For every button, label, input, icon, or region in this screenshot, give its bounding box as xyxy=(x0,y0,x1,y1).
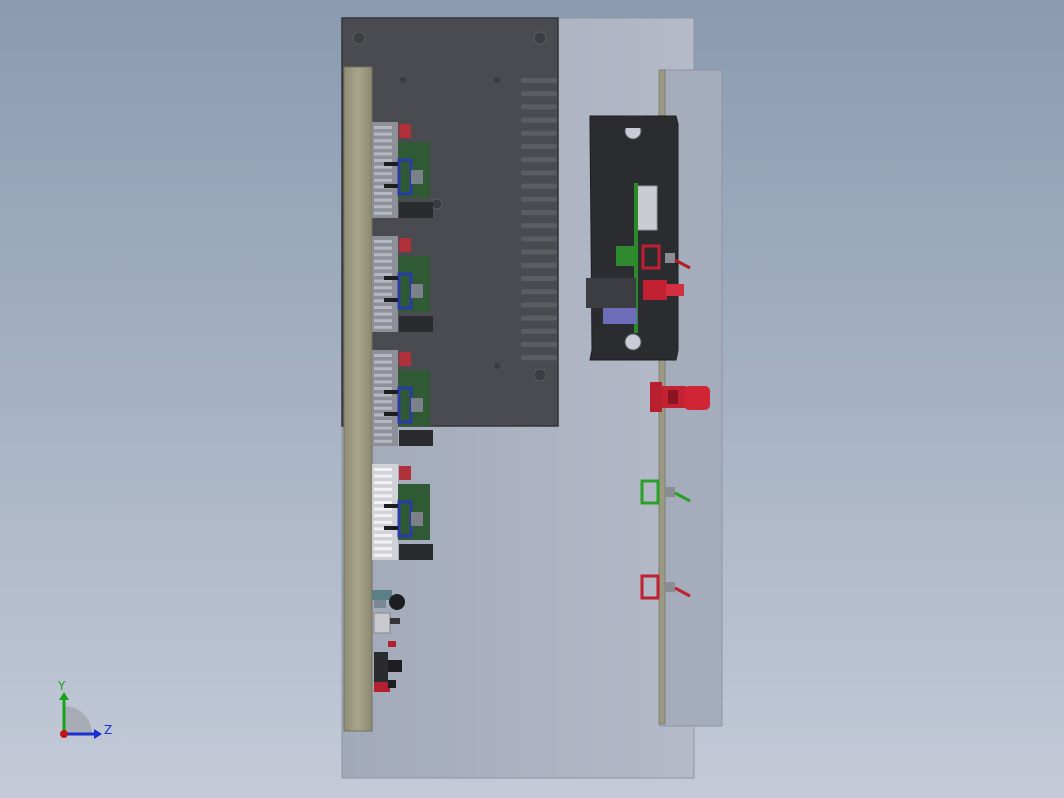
heatsink-fin xyxy=(521,315,557,321)
heatsink-fin xyxy=(521,289,557,295)
heatsink-fin xyxy=(521,210,557,215)
z-axis-label: Z xyxy=(104,723,112,737)
heatsink-fin xyxy=(521,144,557,149)
heatsink-fin xyxy=(521,170,557,176)
cad-viewport[interactable] xyxy=(0,0,1064,798)
heatsink-fin xyxy=(521,262,557,268)
heatsink-fin xyxy=(521,91,557,97)
y-axis-label: Y xyxy=(57,679,66,693)
power-bracket xyxy=(586,115,691,361)
heatsink-fin xyxy=(521,342,557,347)
heatsink-fin xyxy=(521,249,557,255)
heatsink-fin xyxy=(521,104,557,110)
heatsink-fin xyxy=(521,183,557,189)
heatsink-fin xyxy=(521,276,557,281)
orientation-triad: Y Z xyxy=(57,679,112,739)
heatsink-fin xyxy=(521,236,557,242)
din-rail xyxy=(343,66,373,732)
heatsink-fin xyxy=(521,302,557,308)
emergency-stop-button[interactable] xyxy=(650,382,710,412)
heatsink-fin xyxy=(521,328,557,334)
heatsink-fin xyxy=(521,78,557,83)
heatsink-fin xyxy=(521,355,557,361)
heatsink-fin xyxy=(521,223,557,229)
heatsink-fin xyxy=(521,157,557,163)
heatsink-fin xyxy=(521,130,557,136)
heatsink-fin xyxy=(521,117,557,123)
heatsink-fin xyxy=(521,196,557,202)
x-axis-dot xyxy=(60,730,68,738)
